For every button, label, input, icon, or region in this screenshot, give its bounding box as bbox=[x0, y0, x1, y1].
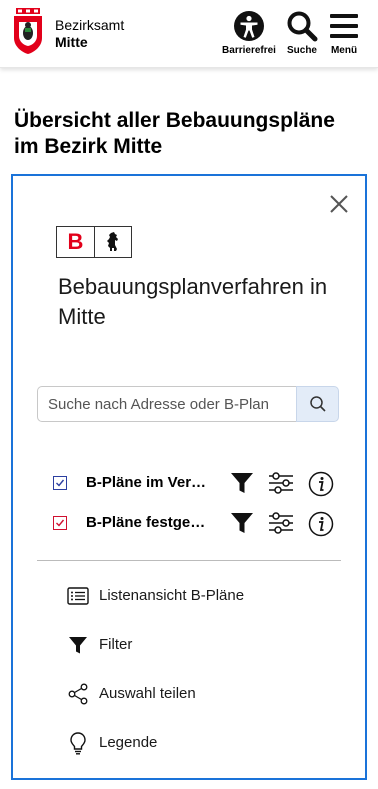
search-button[interactable]: Suche bbox=[283, 10, 321, 56]
page-title: Übersicht aller Bebauungspläne im Bezirk… bbox=[14, 109, 335, 158]
filter-icon bbox=[231, 513, 253, 533]
close-button[interactable] bbox=[327, 192, 351, 216]
search-label: Suche bbox=[286, 45, 317, 56]
menu-item-label: Listenansicht B-Pläne bbox=[99, 587, 245, 604]
menu-item-auswahl-teilen[interactable]: Auswahl teilen bbox=[65, 681, 325, 707]
panel-divider bbox=[37, 560, 341, 561]
menu-item-filter[interactable]: Filter bbox=[65, 632, 325, 658]
checkmark-icon bbox=[56, 479, 65, 487]
filter-icon bbox=[231, 473, 253, 493]
address-search-input[interactable] bbox=[37, 386, 296, 422]
bezirk-mitte-crest-logo[interactable] bbox=[13, 8, 43, 54]
layer-checkbox-im-verfahren[interactable] bbox=[53, 476, 67, 490]
brand-line-1: Bezirksamt bbox=[55, 17, 125, 33]
checkmark-icon bbox=[56, 519, 65, 527]
close-icon bbox=[330, 195, 348, 213]
address-search bbox=[37, 386, 339, 422]
info-icon bbox=[308, 471, 334, 497]
address-search-button[interactable] bbox=[296, 386, 339, 422]
layer-settings-button[interactable] bbox=[268, 511, 294, 540]
info-icon bbox=[308, 511, 334, 537]
site-header: Bezirksamt Mitte Barrierefrei Suche Menü bbox=[0, 0, 378, 68]
menu-label: Menü bbox=[330, 45, 358, 56]
brand-line-2: Mitte bbox=[55, 34, 88, 50]
layer-row-im-verfahren: B-Pläne im Verfahren bbox=[53, 471, 353, 497]
menu-item-listenansicht[interactable]: Listenansicht B-Pläne bbox=[65, 583, 325, 609]
bebauungsplan-panel: B Bebauungsplanverfahren in Mitte B-Plän… bbox=[11, 174, 367, 780]
search-icon bbox=[287, 11, 318, 42]
layer-label-festgesetzt: B-Pläne festgesetzt bbox=[86, 514, 211, 531]
menu-item-legende[interactable]: Legende bbox=[65, 730, 325, 756]
hamburger-menu-icon bbox=[330, 14, 358, 38]
layer-info-button[interactable] bbox=[308, 471, 334, 502]
layer-settings-button[interactable] bbox=[268, 471, 294, 500]
berlin-logo: B bbox=[56, 226, 132, 258]
search-icon bbox=[309, 396, 326, 412]
menu-item-label: Auswahl teilen bbox=[99, 685, 196, 702]
menu-button[interactable]: Menü bbox=[327, 10, 361, 56]
accessibility-icon bbox=[234, 11, 264, 41]
layer-row-festgesetzt: B-Pläne festgesetzt bbox=[53, 511, 353, 537]
layer-checkbox-festgesetzt[interactable] bbox=[53, 516, 67, 530]
layer-filter-button[interactable] bbox=[230, 511, 254, 540]
sliders-icon bbox=[269, 472, 293, 494]
brand-name[interactable]: Bezirksamt Mitte bbox=[55, 17, 124, 51]
layer-label-im-verfahren: B-Pläne im Verfahren bbox=[86, 474, 211, 491]
berlin-bear-icon bbox=[94, 227, 131, 257]
share-icon bbox=[65, 681, 91, 707]
layer-filter-button[interactable] bbox=[230, 471, 254, 500]
accessibility-label: Barrierefrei bbox=[222, 45, 276, 56]
accessibility-button[interactable]: Barrierefrei bbox=[221, 10, 277, 56]
menu-item-label: Legende bbox=[99, 734, 158, 751]
layer-info-button[interactable] bbox=[308, 511, 334, 542]
list-icon bbox=[65, 583, 91, 609]
menu-item-label: Filter bbox=[99, 636, 133, 653]
filter-icon bbox=[65, 632, 91, 658]
sliders-icon bbox=[269, 512, 293, 534]
panel-title: Bebauungsplanverfahren in Mitte bbox=[58, 274, 328, 329]
berlin-logo-letter: B bbox=[67, 229, 84, 254]
lightbulb-icon bbox=[65, 730, 91, 756]
